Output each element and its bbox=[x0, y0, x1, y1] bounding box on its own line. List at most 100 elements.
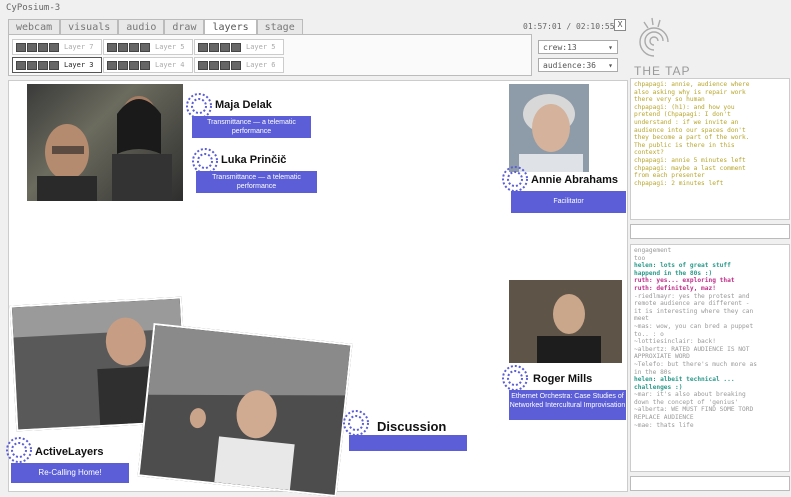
chat-message: ~albertz: RATED AUDIENCE IS NOT bbox=[634, 345, 750, 353]
brand-name: THE TAP bbox=[634, 64, 691, 78]
layer-controls-icon[interactable] bbox=[16, 42, 60, 52]
layer-slot[interactable]: Layer 5 bbox=[103, 39, 193, 55]
participant-name: Discussion bbox=[377, 419, 447, 434]
tap-logo-icon bbox=[6, 437, 32, 463]
chat-message: ~mas: wow, you can bred a puppet bbox=[634, 322, 754, 330]
chat-message: context? bbox=[634, 149, 664, 157]
chat-message: chpapagi: maybe a last comment bbox=[634, 164, 746, 172]
participant-subtitle: Re-Calling Home! bbox=[11, 463, 129, 483]
chat-message: too bbox=[634, 254, 646, 262]
presenter-chat-log: chpapagi: annie, audience where also ask… bbox=[630, 78, 790, 220]
layer-controls-icon[interactable] bbox=[16, 60, 60, 70]
participant-name: ActiveLayers bbox=[35, 446, 104, 458]
layer-label: Layer 4 bbox=[155, 61, 185, 69]
window-title: CyPosium-3 bbox=[6, 3, 61, 13]
layer-controls-icon[interactable] bbox=[107, 60, 151, 70]
stage-canvas[interactable]: Maja Delak Transmittance — a telematic p… bbox=[6, 80, 628, 497]
tab-stage[interactable]: stage bbox=[256, 19, 303, 35]
webcam-portrait-image bbox=[519, 94, 583, 172]
webcam-feed bbox=[27, 84, 183, 201]
chat-message: challenges :) bbox=[634, 383, 683, 391]
chevron-down-icon: ▾ bbox=[608, 42, 613, 52]
main-tabs: webcam visuals audio draw layers stage bbox=[8, 19, 303, 35]
chat-message: they become a part of the work. bbox=[634, 134, 750, 142]
chat-message: there very so human bbox=[634, 96, 705, 104]
chat-message: pretend (Chpapagi: I don't bbox=[634, 111, 731, 119]
chat-message: understand : if we invite an bbox=[634, 118, 739, 126]
tap-logo-icon bbox=[343, 410, 369, 436]
chat-message: from each presenter bbox=[634, 172, 705, 180]
layer-label: Layer 7 bbox=[64, 43, 94, 51]
layer-slot[interactable]: Layer 4 bbox=[103, 57, 193, 73]
crew-select-value: crew:13 bbox=[543, 42, 577, 52]
chat-message: chpapagi: 2 minutes left bbox=[634, 179, 724, 187]
tab-visuals[interactable]: visuals bbox=[60, 19, 119, 35]
tap-logo-icon bbox=[639, 17, 669, 57]
participant-name: Luka Prinčič bbox=[221, 154, 287, 166]
chat-message: REPLACE AUDIENCE bbox=[634, 414, 694, 422]
chat-message: it is interesting where they can bbox=[634, 307, 754, 315]
layer-label: Layer 6 bbox=[246, 61, 276, 69]
tab-webcam[interactable]: webcam bbox=[8, 19, 61, 35]
participant-name: Maja Delak bbox=[215, 99, 272, 111]
participant-subtitle: Transmittance — a telematic performance bbox=[192, 116, 311, 138]
chat-message: meet bbox=[634, 315, 649, 323]
layer-slot[interactable]: Layer 6 bbox=[194, 57, 284, 73]
chat-message: to.. : o bbox=[634, 330, 664, 338]
webcam-feed bbox=[137, 322, 353, 497]
audience-select[interactable]: audience:36 ▾ bbox=[538, 58, 618, 72]
session-clock: 01:57:01 / 02:10:55 bbox=[523, 22, 615, 31]
chat-message: The public is there in this bbox=[634, 141, 735, 149]
chat-message: ~lottiesinclair: back! bbox=[634, 338, 716, 346]
chat-message: chpapagi: annie, audience where bbox=[634, 81, 750, 88]
tap-logo-icon bbox=[502, 365, 528, 391]
layer-slot-selected[interactable]: Layer 3 bbox=[12, 57, 102, 73]
chat-message: chpapagi: annie 5 minutes left bbox=[634, 156, 746, 164]
webcam-figures-image bbox=[37, 96, 172, 201]
chat-message: ~mae: thats life bbox=[634, 421, 694, 429]
chat-message: engagement bbox=[634, 247, 672, 254]
crew-select[interactable]: crew:13 ▾ bbox=[538, 40, 618, 54]
tap-logo-icon bbox=[502, 166, 528, 192]
participant-subtitle: Ethernet Orchestra: Case Studies of Netw… bbox=[509, 390, 626, 420]
presenter-chat-input[interactable] bbox=[630, 224, 790, 239]
chat-message: remote audience are different - bbox=[634, 300, 750, 308]
audience-select-value: audience:36 bbox=[543, 60, 596, 70]
chat-message: down the concept of 'genius' bbox=[634, 398, 739, 406]
layer-slot[interactable]: Layer 5 bbox=[194, 39, 284, 55]
chat-message: APPROXIATE WORD bbox=[634, 353, 690, 361]
audience-chat-input[interactable] bbox=[630, 476, 790, 491]
chat-message: ruth: yes... exploring that bbox=[634, 277, 735, 285]
layer-label: Layer 5 bbox=[246, 43, 276, 51]
webcam-portrait-image bbox=[509, 280, 622, 363]
close-button[interactable]: X bbox=[614, 19, 626, 31]
layer-controls-icon[interactable] bbox=[198, 60, 242, 70]
chevron-down-icon: ▾ bbox=[608, 60, 613, 70]
audience-chat-log: engagement too helen: lots of great stuf… bbox=[630, 244, 790, 472]
participant-subtitle bbox=[349, 435, 467, 451]
layer-controls-icon[interactable] bbox=[107, 42, 151, 52]
layer-controls-icon[interactable] bbox=[198, 42, 242, 52]
chat-message: helen: albeit technical ... bbox=[634, 376, 735, 384]
tab-draw[interactable]: draw bbox=[164, 19, 205, 35]
chat-message: audience into our spaces don't bbox=[634, 126, 746, 134]
webcam-feed bbox=[509, 280, 622, 363]
chat-message: chpapagi: (h1): and how you bbox=[634, 103, 735, 111]
layer-slot[interactable]: Layer 7 bbox=[12, 39, 102, 55]
chat-message: in the 80s bbox=[634, 368, 672, 376]
chat-message: -riedlmayr: yes the protest and bbox=[634, 292, 750, 300]
layer-panel: Layer 7 Layer 5 Layer 5 Layer 3 Layer 4 … bbox=[8, 34, 532, 76]
layer-label: Layer 3 bbox=[64, 61, 94, 69]
chat-message: also asking why is repair work bbox=[634, 88, 746, 96]
participant-name: Annie Abrahams bbox=[531, 174, 619, 186]
tab-layers[interactable]: layers bbox=[204, 19, 257, 35]
webcam-room-image bbox=[139, 325, 351, 495]
tab-audio[interactable]: audio bbox=[118, 19, 165, 35]
chat-message: ~alberta: WE MUST FIND SOME TORD bbox=[634, 406, 754, 414]
chat-message: ruth: definitely, maz! bbox=[634, 284, 716, 292]
participant-subtitle: Transmittance — a telematic performance bbox=[196, 171, 317, 193]
webcam-feed bbox=[509, 84, 589, 172]
participant-subtitle: Facilitator bbox=[511, 191, 626, 213]
chat-message: ~mar: it's also about breaking bbox=[634, 391, 746, 399]
chat-message: ~Telefo: but there's much more as bbox=[634, 360, 757, 368]
